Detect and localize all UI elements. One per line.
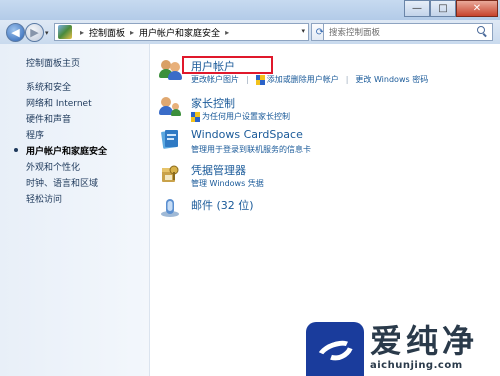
change-picture-link[interactable]: 更改帐户图片 <box>191 74 239 85</box>
sidebar-item-network[interactable]: 网络和 Internet <box>26 96 92 109</box>
sidebar-item-programs[interactable]: 程序 <box>26 128 44 141</box>
address-bar[interactable]: ▸ 控制面板 ▸ 用户帐户和家庭安全 ▸ ▾ <box>54 23 309 41</box>
parental-controls-tasks: 为任何用户设置家长控制 <box>191 111 290 122</box>
sidebar-item-clock-language[interactable]: 时钟、语言和区域 <box>26 176 98 189</box>
setup-parental-controls-link[interactable]: 为任何用户设置家长控制 <box>202 111 290 122</box>
breadcrumb-separator[interactable]: ▸ <box>225 28 229 37</box>
parental-controls-link[interactable]: 家长控制 <box>191 95 235 111</box>
watermark-url: aichunjing.com <box>370 360 463 371</box>
watermark: 爱纯净 aichunjing.com <box>306 322 500 376</box>
parental-controls-icon <box>159 95 181 117</box>
breadcrumb-control-panel[interactable]: 控制面板 <box>89 26 125 39</box>
address-dropdown-icon[interactable]: ▾ <box>301 27 305 35</box>
manage-info-cards-link[interactable]: 管理用于登录到联机服务的信息卡 <box>191 144 311 155</box>
mail-icon <box>159 197 181 219</box>
sidebar-item-appearance[interactable]: 外观和个性化 <box>26 160 80 173</box>
credential-manager-icon <box>159 162 181 184</box>
caption-buttons: — □ ✕ <box>404 0 498 17</box>
cardspace-tasks: 管理用于登录到联机服务的信息卡 <box>191 144 311 155</box>
title-bar: — □ ✕ <box>0 0 500 20</box>
sidebar-item-system-security[interactable]: 系统和安全 <box>26 80 71 93</box>
watermark-text: 爱纯净 <box>370 322 479 360</box>
breadcrumb-separator[interactable]: ▸ <box>80 28 84 37</box>
cardspace-icon <box>159 128 181 150</box>
breadcrumb-user-accounts[interactable]: 用户帐户和家庭安全 <box>139 26 220 39</box>
current-item-bullet <box>14 148 18 152</box>
search-placeholder: 搜索控制面板 <box>329 28 381 38</box>
manage-windows-credentials-link[interactable]: 管理 Windows 凭据 <box>191 178 264 189</box>
sidebar-item-hardware-sound[interactable]: 硬件和声音 <box>26 112 71 125</box>
recent-pages-dropdown[interactable]: ▾ <box>45 29 49 37</box>
sidebar-item-home[interactable]: 控制面板主页 <box>26 56 80 69</box>
control-panel-window: — □ ✕ ◀ ▶ ▾ ▸ 控制面板 ▸ 用户帐户和家庭安全 ▸ ▾ ⟳ 搜索控… <box>0 0 500 376</box>
breadcrumb-separator[interactable]: ▸ <box>130 28 134 37</box>
cardspace-link[interactable]: Windows CardSpace <box>191 128 303 141</box>
search-icon[interactable] <box>477 26 488 37</box>
credential-manager-link[interactable]: 凭据管理器 <box>191 162 246 178</box>
credential-manager-tasks: 管理 Windows 凭据 <box>191 178 264 189</box>
sidebar-item-user-accounts[interactable]: 用户帐户和家庭安全 <box>26 144 107 157</box>
highlight-annotation <box>182 56 273 74</box>
user-accounts-tasks: 更改帐户图片 | 添加或删除用户帐户 | 更改 Windows 密码 <box>191 74 429 85</box>
mail-link[interactable]: 邮件 (32 位) <box>191 197 254 213</box>
maximize-button[interactable]: □ <box>430 0 456 17</box>
sidebar: 控制面板主页 系统和安全 网络和 Internet 硬件和声音 程序 用户帐户和… <box>0 44 150 376</box>
add-remove-accounts-link[interactable]: 添加或删除用户帐户 <box>267 74 339 85</box>
change-password-link[interactable]: 更改 Windows 密码 <box>355 74 428 85</box>
back-button[interactable]: ◀ <box>6 23 25 42</box>
users-icon <box>159 58 182 80</box>
watermark-logo-icon <box>306 322 364 376</box>
forward-button[interactable]: ▶ <box>25 23 44 42</box>
search-input[interactable]: 搜索控制面板 <box>323 23 493 41</box>
navigation-bar: ◀ ▶ ▾ ▸ 控制面板 ▸ 用户帐户和家庭安全 ▸ ▾ ⟳ 搜索控制面板 <box>0 20 500 44</box>
uac-shield-icon <box>191 111 200 122</box>
close-button[interactable]: ✕ <box>456 0 498 17</box>
uac-shield-icon <box>255 74 265 85</box>
control-panel-icon <box>58 25 72 39</box>
minimize-button[interactable]: — <box>404 0 430 17</box>
sidebar-item-ease-of-access[interactable]: 轻松访问 <box>26 192 62 205</box>
